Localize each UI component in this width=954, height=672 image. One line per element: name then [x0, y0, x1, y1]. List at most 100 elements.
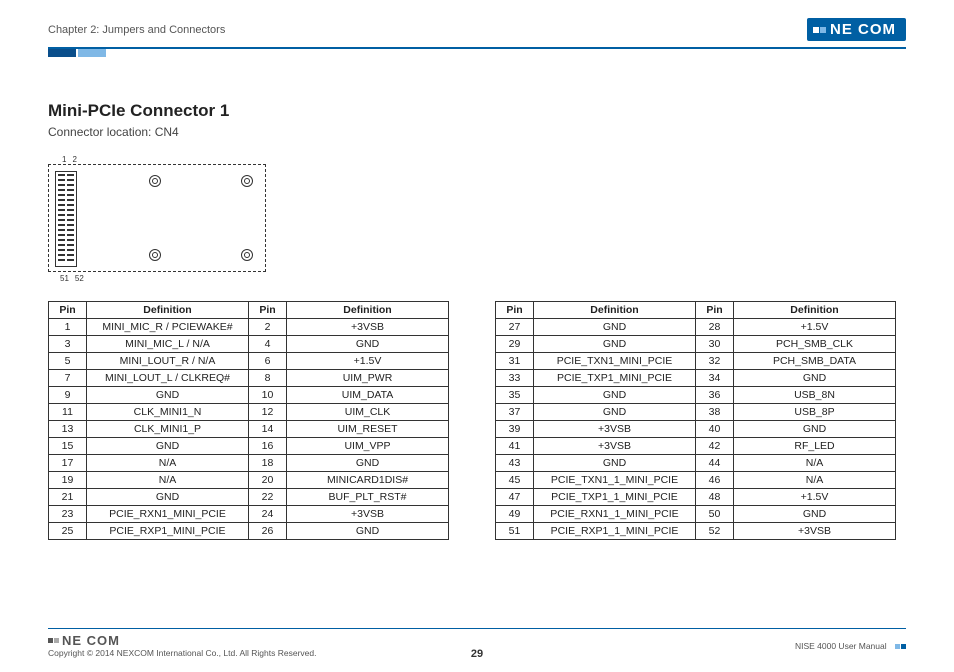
pin-cell: 39 [496, 421, 534, 438]
table-row: 45PCIE_TXN1_1_MINI_PCIE46N/A [496, 472, 896, 489]
definition-cell: UIM_RESET [287, 421, 449, 438]
mounting-hole-icon [149, 175, 161, 187]
brand-text: NE COM [830, 21, 896, 38]
pin-cell: 2 [249, 319, 287, 336]
pin-cell: 47 [496, 489, 534, 506]
definition-cell: GND [734, 370, 896, 387]
section-subtitle: Connector location: CN4 [48, 125, 906, 139]
logo-square-icon [813, 27, 819, 33]
table-row: 43GND44N/A [496, 455, 896, 472]
pin-cell: 48 [696, 489, 734, 506]
definition-cell: PCIE_TXP1_1_MINI_PCIE [534, 489, 696, 506]
table-row: 11CLK_MINI1_N12UIM_CLK [49, 404, 449, 421]
definition-cell: GND [734, 421, 896, 438]
definition-cell: BUF_PLT_RST# [287, 489, 449, 506]
definition-cell: +3VSB [287, 319, 449, 336]
pin-cell: 23 [49, 506, 87, 523]
pin-table-right: Pin Definition Pin Definition 27GND28+1.… [495, 301, 896, 540]
footer-rule [48, 628, 906, 630]
definition-cell: MINI_MIC_R / PCIEWAKE# [87, 319, 249, 336]
pin-cell: 35 [496, 387, 534, 404]
definition-cell: +3VSB [534, 438, 696, 455]
definition-cell: +1.5V [734, 489, 896, 506]
table-row: 3MINI_MIC_L / N/A4GND [49, 336, 449, 353]
connector-icon [55, 171, 77, 267]
pin-cell: 43 [496, 455, 534, 472]
pin-cell: 11 [49, 404, 87, 421]
definition-cell: GND [534, 455, 696, 472]
pin-label: 52 [75, 274, 84, 283]
definition-cell: GND [734, 506, 896, 523]
pin-table-left: Pin Definition Pin Definition 1MINI_MIC_… [48, 301, 449, 540]
definition-cell: N/A [734, 455, 896, 472]
definition-cell: GND [287, 523, 449, 540]
definition-cell: +1.5V [287, 353, 449, 370]
definition-cell: UIM_VPP [287, 438, 449, 455]
pin-cell: 33 [496, 370, 534, 387]
pin-cell: 42 [696, 438, 734, 455]
th-def: Definition [534, 302, 696, 319]
table-row: 9GND10UIM_DATA [49, 387, 449, 404]
table-row: 27GND28+1.5V [496, 319, 896, 336]
pin-cell: 50 [696, 506, 734, 523]
diagram-top-labels: 12 [62, 155, 906, 164]
pin-cell: 41 [496, 438, 534, 455]
definition-cell: PCH_SMB_DATA [734, 353, 896, 370]
definition-cell: RF_LED [734, 438, 896, 455]
pin-cell: 1 [49, 319, 87, 336]
definition-cell: +1.5V [734, 319, 896, 336]
pin-cell: 13 [49, 421, 87, 438]
table-row: 35GND36USB_8N [496, 387, 896, 404]
definition-cell: UIM_DATA [287, 387, 449, 404]
definition-cell: +3VSB [534, 421, 696, 438]
pin-cell: 52 [696, 523, 734, 540]
pin-cell: 40 [696, 421, 734, 438]
pin-cell: 16 [249, 438, 287, 455]
pin-cell: 24 [249, 506, 287, 523]
logo-square-icon [54, 638, 59, 643]
definition-cell: CLK_MINI1_P [87, 421, 249, 438]
page-number: 29 [48, 648, 906, 660]
pin-cell: 19 [49, 472, 87, 489]
pin-cell: 21 [49, 489, 87, 506]
table-row: 49PCIE_RXN1_1_MINI_PCIE50GND [496, 506, 896, 523]
th-pin: Pin [249, 302, 287, 319]
pin-cell: 3 [49, 336, 87, 353]
pin-cell: 27 [496, 319, 534, 336]
th-pin: Pin [696, 302, 734, 319]
pin-cell: 37 [496, 404, 534, 421]
pin-cell: 20 [249, 472, 287, 489]
brand-text: NE COM [62, 633, 120, 648]
definition-cell: UIM_CLK [287, 404, 449, 421]
definition-cell: USB_8P [734, 404, 896, 421]
pin-cell: 34 [696, 370, 734, 387]
definition-cell: GND [534, 404, 696, 421]
table-row: 47PCIE_TXP1_1_MINI_PCIE48+1.5V [496, 489, 896, 506]
header-accent [48, 49, 906, 59]
table-row: 21GND22BUF_PLT_RST# [49, 489, 449, 506]
diagram-bottom-labels: 5152 [60, 274, 906, 283]
definition-cell: N/A [734, 472, 896, 489]
pin-cell: 30 [696, 336, 734, 353]
definition-cell: GND [87, 489, 249, 506]
definition-cell: PCIE_RXN1_MINI_PCIE [87, 506, 249, 523]
pin-cell: 25 [49, 523, 87, 540]
definition-cell: GND [87, 438, 249, 455]
th-def: Definition [287, 302, 449, 319]
table-row: 31PCIE_TXN1_MINI_PCIE32PCH_SMB_DATA [496, 353, 896, 370]
definition-cell: PCH_SMB_CLK [734, 336, 896, 353]
definition-cell: N/A [87, 455, 249, 472]
th-def: Definition [734, 302, 896, 319]
table-row: 33PCIE_TXP1_MINI_PCIE34GND [496, 370, 896, 387]
pin-cell: 17 [49, 455, 87, 472]
definition-cell: PCIE_RXP1_1_MINI_PCIE [534, 523, 696, 540]
pin-cell: 26 [249, 523, 287, 540]
definition-cell: MINI_LOUT_R / N/A [87, 353, 249, 370]
definition-cell: UIM_PWR [287, 370, 449, 387]
table-row: 13CLK_MINI1_P14UIM_RESET [49, 421, 449, 438]
table-row: 37GND38USB_8P [496, 404, 896, 421]
definition-cell: +3VSB [734, 523, 896, 540]
definition-cell: CLK_MINI1_N [87, 404, 249, 421]
pin-cell: 32 [696, 353, 734, 370]
mounting-hole-icon [149, 249, 161, 261]
